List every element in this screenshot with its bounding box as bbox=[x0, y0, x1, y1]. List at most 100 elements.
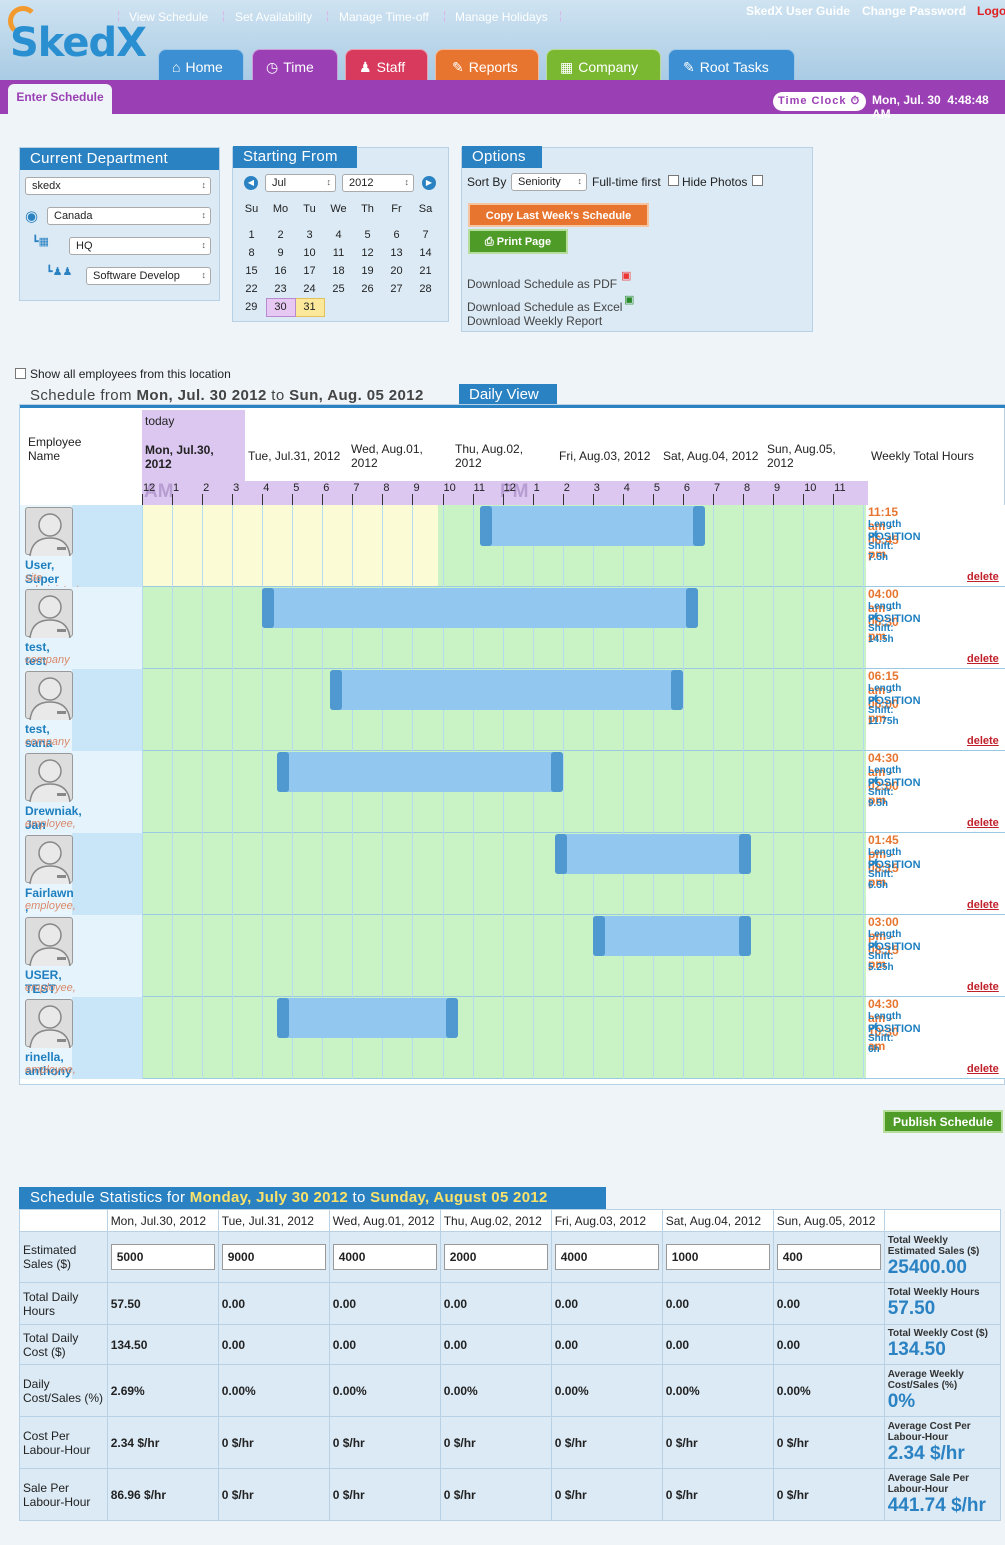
copy-last-week-button[interactable]: Copy Last Week's Schedule bbox=[468, 203, 649, 227]
shift-bar[interactable] bbox=[262, 588, 698, 628]
calendar-day[interactable]: 18 bbox=[324, 262, 353, 280]
tab-root-tasks[interactable]: ✎ Root Tasks bbox=[668, 49, 795, 80]
hour-label: 2 bbox=[203, 482, 210, 494]
month-select[interactable]: Jul bbox=[265, 174, 336, 192]
calendar-day[interactable]: 7 bbox=[411, 226, 440, 244]
office-select[interactable]: HQ bbox=[69, 237, 211, 255]
delete-shift-link[interactable]: delete bbox=[967, 899, 999, 911]
calendar-day[interactable]: 20 bbox=[382, 262, 411, 280]
year-select[interactable]: 2012 bbox=[342, 174, 414, 192]
shift-bar[interactable] bbox=[277, 752, 564, 792]
estimated-sales-input[interactable]: 2000 bbox=[443, 1244, 548, 1270]
avatar[interactable] bbox=[25, 917, 73, 967]
tab-time[interactable]: ◷ Time bbox=[252, 49, 338, 80]
estimated-sales-input[interactable]: 4000 bbox=[332, 1244, 437, 1270]
sort-select[interactable]: Seniority bbox=[511, 173, 587, 191]
calendar-day[interactable]: 11 bbox=[324, 244, 353, 262]
schedule-row-area[interactable] bbox=[142, 997, 868, 1079]
calendar-day-selected[interactable]: 30 bbox=[265, 297, 296, 317]
calendar-day[interactable]: 19 bbox=[353, 262, 382, 280]
estimated-sales-input[interactable]: 9000 bbox=[221, 1244, 326, 1270]
download-report-link[interactable]: Download Weekly Report bbox=[467, 314, 602, 328]
tab-reports[interactable]: ✎ Reports bbox=[435, 49, 539, 80]
avatar[interactable] bbox=[25, 507, 73, 557]
avatar[interactable] bbox=[25, 753, 73, 803]
avatar[interactable] bbox=[25, 999, 73, 1049]
pdf-icon[interactable]: ▣ bbox=[621, 269, 631, 282]
delete-shift-link[interactable]: delete bbox=[967, 571, 999, 583]
delete-shift-link[interactable]: delete bbox=[967, 817, 999, 829]
calendar-day[interactable]: 12 bbox=[353, 244, 382, 262]
calendar-day[interactable]: 17 bbox=[295, 262, 324, 280]
next-month-icon[interactable]: ▶ bbox=[422, 176, 436, 190]
tab-company[interactable]: ▦ Company bbox=[546, 49, 661, 80]
excel-icon[interactable]: ▣ bbox=[624, 293, 634, 306]
estimated-sales-input[interactable]: 1000 bbox=[665, 1244, 770, 1270]
subnav-manage-holidays[interactable]: Manage Holidays bbox=[455, 10, 548, 24]
estimated-sales-input[interactable]: 400 bbox=[776, 1244, 881, 1270]
shift-bar[interactable] bbox=[592, 916, 751, 956]
calendar-day[interactable]: 23 bbox=[266, 280, 295, 298]
download-pdf-link[interactable]: Download Schedule as PDF bbox=[467, 277, 617, 291]
country-select[interactable]: Canada bbox=[47, 207, 211, 225]
calendar-day[interactable]: 15 bbox=[237, 262, 266, 280]
calendar-day[interactable]: 21 bbox=[411, 262, 440, 280]
change-password-link[interactable]: Change Password bbox=[862, 4, 966, 18]
delete-shift-link[interactable]: delete bbox=[967, 1063, 999, 1075]
calendar-day[interactable]: 3 bbox=[295, 226, 324, 244]
avatar[interactable] bbox=[25, 835, 73, 885]
calendar-day[interactable]: 5 bbox=[353, 226, 382, 244]
avatar[interactable] bbox=[25, 671, 73, 721]
shift-bar[interactable] bbox=[480, 506, 706, 546]
subnav-manage-timeoff[interactable]: Manage Time-off bbox=[339, 10, 429, 24]
calendar-day[interactable]: 22 bbox=[237, 280, 266, 298]
fulltime-checkbox[interactable] bbox=[668, 175, 679, 186]
tab-home[interactable]: ⌂ Home bbox=[158, 49, 244, 80]
delete-shift-link[interactable]: delete bbox=[967, 653, 999, 665]
daily-view-tab[interactable]: Daily View bbox=[459, 384, 557, 406]
calendar-day[interactable]: 26 bbox=[353, 280, 382, 298]
time-clock-button[interactable]: Time Clock ⏱ bbox=[773, 92, 866, 111]
calendar-day[interactable]: 25 bbox=[324, 280, 353, 298]
print-page-button[interactable]: ⎙ Print Page bbox=[468, 229, 568, 254]
delete-shift-link[interactable]: delete bbox=[967, 981, 999, 993]
calendar-day-today[interactable]: 31 bbox=[294, 297, 325, 317]
schedule-row-area[interactable] bbox=[142, 833, 868, 915]
calendar-day[interactable]: 9 bbox=[266, 244, 295, 262]
team-select[interactable]: Software Develop bbox=[86, 267, 211, 285]
calendar-day[interactable]: 27 bbox=[382, 280, 411, 298]
subnav-view-schedule[interactable]: View Schedule bbox=[129, 10, 208, 24]
calendar-day[interactable]: 6 bbox=[382, 226, 411, 244]
user-guide-link[interactable]: SkedX User Guide bbox=[746, 4, 850, 18]
estimated-sales-input[interactable]: 4000 bbox=[554, 1244, 659, 1270]
subnav-set-availability[interactable]: Set Availability bbox=[235, 10, 312, 24]
calendar-day[interactable]: 24 bbox=[295, 280, 324, 298]
subnav-enter-schedule[interactable]: Enter Schedule bbox=[8, 84, 112, 114]
estimated-sales-input[interactable]: 5000 bbox=[110, 1244, 215, 1270]
prev-month-icon[interactable]: ◀ bbox=[244, 176, 258, 190]
show-all-checkbox[interactable] bbox=[15, 368, 26, 379]
calendar-day[interactable]: 8 bbox=[237, 244, 266, 262]
logout-link[interactable]: Logout bbox=[977, 4, 1005, 18]
calendar-day[interactable]: 16 bbox=[266, 262, 295, 280]
calendar-day[interactable]: 13 bbox=[382, 244, 411, 262]
hide-photos-checkbox[interactable] bbox=[752, 175, 763, 186]
app-logo[interactable]: SkedX bbox=[10, 20, 147, 66]
schedule-row-area[interactable] bbox=[142, 915, 868, 997]
calendar-day[interactable]: 1 bbox=[237, 226, 266, 244]
calendar-day[interactable]: 29 bbox=[237, 298, 266, 316]
calendar-day[interactable]: 10 bbox=[295, 244, 324, 262]
avatar[interactable] bbox=[25, 589, 73, 639]
download-excel-link[interactable]: Download Schedule as Excel bbox=[467, 300, 622, 314]
calendar-day[interactable]: 4 bbox=[324, 226, 353, 244]
calendar-day[interactable]: 14 bbox=[411, 244, 440, 262]
shift-bar[interactable] bbox=[329, 670, 683, 710]
company-select[interactable]: skedx bbox=[25, 177, 211, 195]
calendar-day[interactable]: 2 bbox=[266, 226, 295, 244]
publish-schedule-button[interactable]: Publish Schedule bbox=[883, 1110, 1003, 1133]
shift-bar[interactable] bbox=[277, 998, 458, 1038]
shift-bar[interactable] bbox=[555, 834, 751, 874]
calendar-day[interactable]: 28 bbox=[411, 280, 440, 298]
tab-staff[interactable]: ♟ Staff bbox=[345, 49, 428, 80]
delete-shift-link[interactable]: delete bbox=[967, 735, 999, 747]
